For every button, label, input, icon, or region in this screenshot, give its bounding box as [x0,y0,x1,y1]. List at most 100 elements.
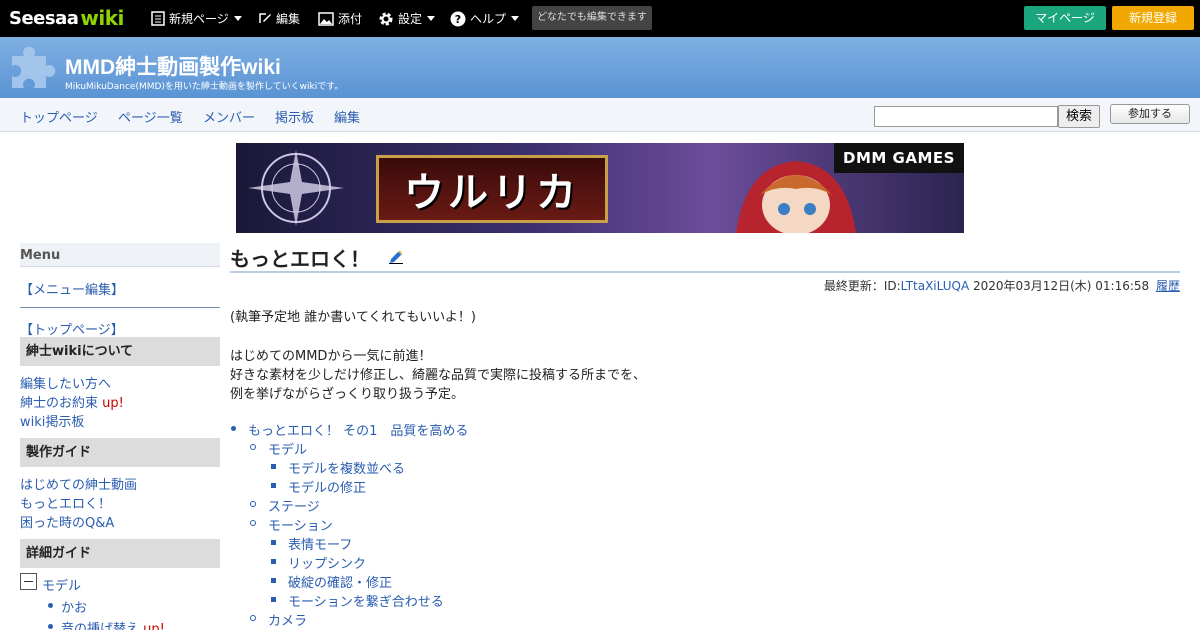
author-id-label: ID: [883,279,901,293]
puzzle-piece-icon [12,46,56,88]
sidebar-menu-label: Menu [20,243,220,267]
attach-menu[interactable]: 添付 [318,9,362,28]
chevron-down-icon [233,16,242,21]
sidebar-section-guide: 製作ガイド [20,438,220,467]
seesaa-wiki-logo[interactable]: Seesaa wiki [9,6,124,30]
join-button[interactable]: 参加する [1110,104,1190,124]
square-bullet-icon [271,597,276,602]
square-bullet-icon [271,578,276,583]
square-bullet-icon [271,559,276,564]
site-title[interactable]: MMD紳士動画製作wiki [65,51,281,81]
page-list-icon [151,11,165,26]
sidebar-item-editors[interactable]: 編集したい方へ [20,373,111,392]
pencil-icon[interactable] [388,248,404,264]
circle-bullet-icon [250,501,256,507]
last-updated: 最終更新：ID:LTtaXiLUQA 2020年03月12日(木) 01:16:… [824,277,1180,294]
mypage-button[interactable]: マイページ [1024,6,1106,30]
history-link[interactable]: 履歴 [1156,279,1180,293]
site-subtitle: MikuMikuDance(MMD)を用いた紳士動画を製作していくwikiです。 [65,82,344,92]
sidebar-menu-edit-link[interactable]: 【メニュー編集】 [20,279,124,298]
tree-model-label[interactable]: モデル [42,575,81,594]
edit-icon [259,13,271,23]
register-button[interactable]: 新規登録 [1112,6,1194,30]
last-updated-label: 最終更新： [823,279,884,293]
tree-item-sound-replace[interactable]: 音の挿げ替え up! [61,618,165,630]
main-nav: トップページ ページ一覧 メンバー 掲示板 編集 検索 参加する [0,98,1200,132]
toc-motion-fix[interactable]: 破綻の確認・修正 [288,572,392,591]
svg-text:?: ? [455,13,461,26]
anyone-can-edit-badge: どなたでも編集できます [532,6,652,30]
square-bullet-icon [271,540,276,545]
author-id-link[interactable]: LTtaXiLUQA [901,279,970,293]
gear-icon [379,12,393,25]
sidebar-section-about: 紳士wikiについて [20,337,220,366]
dmm-games-logo: DMM GAMES [834,143,964,173]
sidebar-section-detail: 詳細ガイド [20,539,220,568]
help-icon: ? [450,11,466,26]
logo-brand: Seesaa [9,7,79,29]
magic-circle-icon [248,150,344,226]
bullet-icon [48,603,53,608]
circle-bullet-icon [250,520,256,526]
edit-menu[interactable]: 編集 [258,9,300,28]
tree-item-face[interactable]: かお [61,597,87,616]
up-badge: up! [143,622,165,630]
toc-motion-join[interactable]: モーションを繋ぎ合わせる [288,591,444,610]
bullet-icon [48,624,53,629]
banner-title-box: ウルリカ [376,155,608,223]
sidebar-top-page-link[interactable]: 【トップページ】 [20,319,124,338]
sidebar-item-qa[interactable]: 困った時のQ&A [20,512,114,531]
intro-line-1: はじめてのMMDから一気に前進！ [230,349,432,364]
square-bullet-icon [271,464,276,469]
attach-label: 添付 [338,12,363,26]
toc-motion-lipsync[interactable]: リップシンク [288,553,366,572]
sidebar-item-rules-label: 紳士のお約束 [20,396,99,411]
new-page-menu[interactable]: 新規ページ [151,9,242,28]
settings-menu[interactable]: 設定 [378,9,436,28]
search-input[interactable] [874,106,1058,127]
nav-members[interactable]: メンバー [203,107,255,126]
settings-label: 設定 [398,12,423,26]
collapse-icon[interactable] [20,573,37,590]
sidebar-item-more-erotic[interactable]: もっとエロく！ [20,493,111,512]
toc-model[interactable]: モデル [268,439,307,458]
main-content: もっとエロく！ 最終更新：ID:LTtaXiLUQA 2020年03月12日(木… [230,243,1180,630]
help-menu[interactable]: ? ヘルプ [450,9,520,28]
search-button[interactable]: 検索 [1058,105,1100,128]
tree-item-sound-replace-label: 音の挿げ替え [61,622,140,630]
nav-edit[interactable]: 編集 [334,107,360,126]
toc-motion[interactable]: モーション [268,515,333,534]
sidebar-item-first-video[interactable]: はじめての紳士動画 [20,474,137,493]
nav-bbs[interactable]: 掲示板 [275,107,314,126]
title-divider [230,271,1180,273]
chevron-down-icon [427,16,436,21]
sidebar-divider [20,307,220,308]
new-page-label: 新規ページ [169,12,229,26]
toc-camera[interactable]: カメラ [268,610,307,629]
circle-bullet-icon [250,615,256,621]
toc-motion-morph[interactable]: 表情モーフ [288,534,352,553]
nav-top-page[interactable]: トップページ [20,107,98,126]
site-header: MMD紳士動画製作wiki MikuMikuDance(MMD)を用いた紳士動画… [0,37,1200,98]
intro-line-2: 好きな素材を少しだけ修正し、綺麗な品質で実際に投稿する所までを、 [230,368,647,383]
top-bar: Seesaa wiki 新規ページ 編集 添付 設定 ? ヘルプ どなたでも編集… [0,0,1200,37]
square-bullet-icon [271,483,276,488]
help-label: ヘルプ [470,12,507,26]
toc-model-multiple[interactable]: モデルを複数並べる [288,458,405,477]
toc-section-1[interactable]: もっとエロく！ その1 品質を高める [248,420,468,439]
toc-model-fix[interactable]: モデルの修正 [288,477,366,496]
circle-bullet-icon [250,444,256,450]
nav-page-list[interactable]: ページ一覧 [118,107,183,126]
toc-stage[interactable]: ステージ [268,496,320,515]
ad-banner[interactable]: ウルリカ DMM GAMES [236,143,964,233]
tree-model-node[interactable]: モデル [20,573,220,594]
up-badge: up! [102,396,124,411]
chevron-down-icon [511,16,520,21]
intro-line-3: 例を挙げながらざっくり取り扱う予定。 [230,387,465,402]
sidebar-item-wiki-bbs[interactable]: wiki掲示板 [20,411,84,430]
image-icon [318,11,334,26]
sidebar: Menu 【メニュー編集】 【トップページ】 紳士wikiについて 編集したい方… [20,243,220,630]
note-text: (執筆予定地 誰か書いてくれてもいいよ！) [230,310,476,325]
bullet-icon [231,426,236,431]
sidebar-item-rules[interactable]: 紳士のお約束 up! [20,392,124,411]
